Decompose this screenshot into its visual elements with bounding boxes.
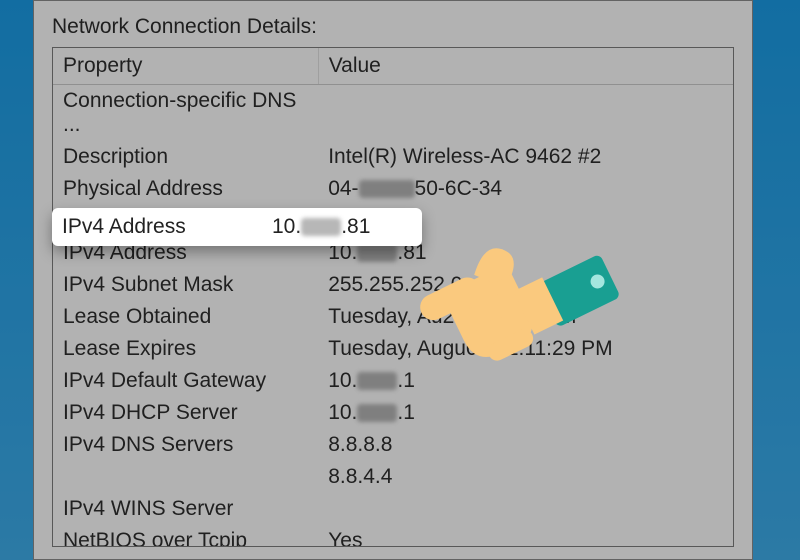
- property-value: [318, 85, 733, 142]
- table-row[interactable]: IPv4 WINS Server: [53, 493, 733, 525]
- table-row[interactable]: Description Intel(R) Wireless-AC 9462 #2: [53, 141, 733, 173]
- header-property[interactable]: Property: [53, 48, 318, 85]
- property-label: NetBIOS over Tcpip Enabl...: [53, 525, 318, 547]
- redacted: [301, 218, 341, 236]
- property-value: 8.8.8.8: [318, 429, 733, 461]
- table-row[interactable]: NetBIOS over Tcpip Enabl... Yes: [53, 525, 733, 547]
- property-label: IPv4 DHCP Server: [53, 397, 318, 429]
- property-value: 255.255.252.0: [318, 269, 733, 301]
- details-table: Property Value Connection-specific DNS .…: [52, 47, 734, 547]
- property-value: Tuesday, Augu020 2:11:29 PM: [318, 333, 733, 365]
- property-value: Intel(R) Wireless-AC 9462 #2: [318, 141, 733, 173]
- table-row[interactable]: Physical Address 04-50-6C-34: [53, 173, 733, 205]
- property-label: Description: [53, 141, 318, 173]
- highlight-value: 10..81: [272, 215, 370, 239]
- property-label: Physical Address: [53, 173, 318, 205]
- property-value: 10..1: [318, 397, 733, 429]
- property-label: IPv4 Default Gateway: [53, 365, 318, 397]
- table-row[interactable]: Lease Obtained Tuesday, Au20 8:11:29 AM: [53, 301, 733, 333]
- redacted: [357, 372, 397, 390]
- dialog-heading: Network Connection Details:: [52, 15, 734, 39]
- property-value: 04-50-6C-34: [318, 173, 733, 205]
- property-value: 8.8.4.4: [318, 461, 733, 493]
- property-label: [53, 461, 318, 493]
- table-row[interactable]: Lease Expires Tuesday, Augu020 2:11:29 P…: [53, 333, 733, 365]
- property-label: IPv4 Subnet Mask: [53, 269, 318, 301]
- table-row[interactable]: IPv4 Default Gateway 10..1: [53, 365, 733, 397]
- network-details-dialog: Network Connection Details: Property Val…: [33, 0, 753, 560]
- table-row[interactable]: IPv4 DHCP Server 10..1: [53, 397, 733, 429]
- table-row[interactable]: IPv4 DNS Servers 8.8.8.8: [53, 429, 733, 461]
- redacted: [359, 180, 415, 198]
- header-value[interactable]: Value: [318, 48, 733, 85]
- table-row[interactable]: IPv4 Subnet Mask 255.255.252.0: [53, 269, 733, 301]
- property-label: Connection-specific DNS ...: [53, 85, 318, 142]
- property-label: Lease Expires: [53, 333, 318, 365]
- property-value: Tuesday, Au20 8:11:29 AM: [318, 301, 733, 333]
- redacted: [357, 404, 397, 422]
- highlight-ipv4-row: IPv4 Address 10..81: [52, 208, 422, 246]
- property-value: 10..1: [318, 365, 733, 397]
- highlight-property: IPv4 Address: [62, 215, 272, 239]
- table-row[interactable]: Connection-specific DNS ...: [53, 85, 733, 142]
- property-label: IPv4 WINS Server: [53, 493, 318, 525]
- property-label: Lease Obtained: [53, 301, 318, 333]
- property-label: IPv4 DNS Servers: [53, 429, 318, 461]
- property-value: [318, 493, 733, 525]
- property-value: Yes: [318, 525, 733, 547]
- table-row[interactable]: 8.8.4.4: [53, 461, 733, 493]
- redacted: [357, 244, 397, 262]
